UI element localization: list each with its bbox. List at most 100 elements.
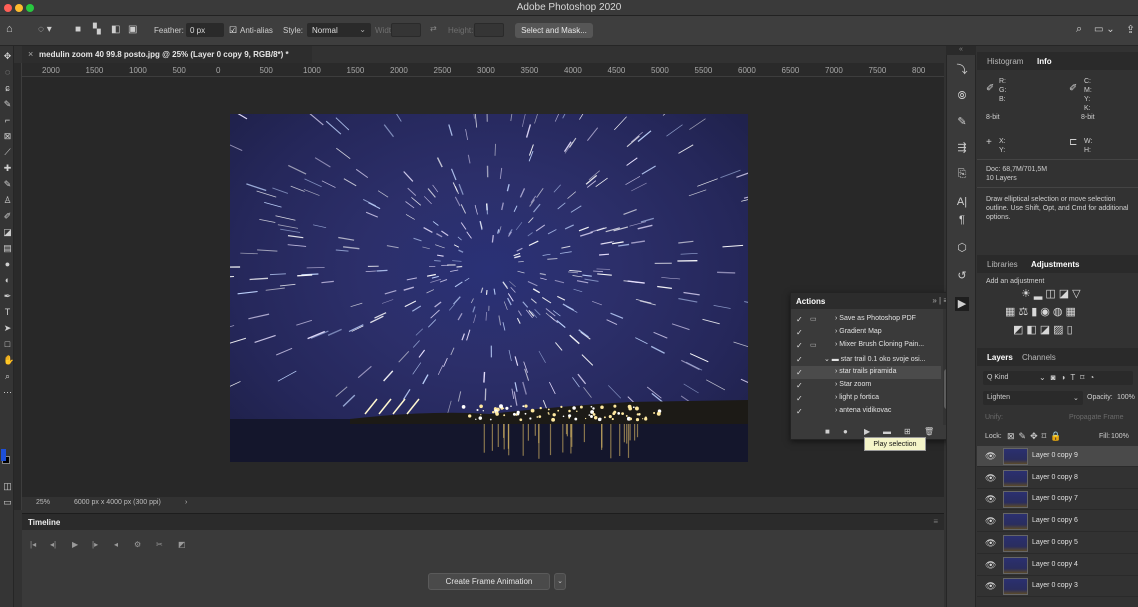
share-icon[interactable]: ⇪ <box>1126 23 1135 36</box>
actions-panel-icon[interactable]: ▶ <box>955 297 969 311</box>
close-document-icon[interactable]: × <box>28 49 33 59</box>
new-selection-icon[interactable]: ■ <box>75 24 81 35</box>
tab-adjustments[interactable]: Adjustments <box>1031 260 1079 269</box>
chevron-right-icon[interactable]: › <box>185 499 187 506</box>
eye-icon[interactable]: 👁 <box>985 538 996 549</box>
next-frame-icon[interactable]: |▸ <box>92 540 98 549</box>
record-icon[interactable]: ● <box>843 427 848 436</box>
checkmark-icon[interactable]: ✓ <box>796 341 803 350</box>
delete-icon[interactable]: 🗑 <box>924 427 934 436</box>
brush-tool-icon[interactable]: ✎ <box>3 180 12 189</box>
previous-frame-icon[interactable]: ◂| <box>50 540 56 549</box>
layer-row[interactable]: 👁 Layer 0 copy 6 <box>977 511 1138 533</box>
action-item[interactable]: ✓ › Gradient Map <box>791 326 941 339</box>
elliptical-marquee-tool-icon[interactable]: ◌ ▾ <box>38 24 52 35</box>
search-icon[interactable]: ⌕ <box>1076 23 1082 36</box>
tab-channels[interactable]: Channels <box>1022 353 1056 362</box>
action-item[interactable]: ✓ › Star zoom <box>791 379 941 392</box>
crop-tool-icon[interactable]: ⌐ <box>3 116 12 125</box>
new-set-icon[interactable]: ▬ <box>883 427 891 436</box>
screen-mode-icon[interactable]: ▭ <box>3 498 12 507</box>
history-icon[interactable]: ↺ <box>955 269 969 283</box>
more-tools-icon[interactable]: ⋯ <box>3 388 12 397</box>
audio-icon[interactable]: ◂ <box>114 540 118 549</box>
tool-presets-icon[interactable]: ⇶ <box>955 141 969 155</box>
home-icon[interactable]: ⌂ <box>6 23 13 35</box>
action-item[interactable]: ✓ ⌄ ▬ star trail 0.1 oko svoje osi... <box>791 353 941 366</box>
eye-icon[interactable]: 👁 <box>985 516 996 527</box>
eye-icon[interactable]: 👁 <box>985 451 996 462</box>
clone-stamp-tool-icon[interactable]: ♙ <box>3 196 12 205</box>
anti-alias-checkbox[interactable]: ☑ <box>229 25 237 36</box>
actions-panel-header[interactable]: Actions » | ≡ <box>791 293 953 309</box>
checkmark-icon[interactable]: ✓ <box>796 368 803 377</box>
eyedropper-tool-icon[interactable]: ⟋ <box>3 148 12 157</box>
intersect-selection-icon[interactable]: ▣ <box>128 24 137 35</box>
dodge-tool-icon[interactable]: ◐ <box>3 276 12 285</box>
eye-icon[interactable]: 👁 <box>985 581 996 592</box>
collapse-panels-icon[interactable]: « <box>946 46 976 55</box>
transition-icon[interactable]: ◩ <box>178 540 186 549</box>
opacity-value[interactable]: 100% <box>1117 394 1135 401</box>
filter-icons[interactable]: ⌄◙◑T⌑◔ <box>1039 373 1099 382</box>
eraser-tool-icon[interactable]: ◪ <box>3 228 12 237</box>
action-item[interactable]: ✓ ▭ › Save as Photoshop PDF <box>791 313 941 326</box>
lasso-tool-icon[interactable]: ɕ <box>3 84 12 93</box>
document-image[interactable] <box>230 114 748 462</box>
workspace-icon[interactable]: ▭ ⌄ <box>1094 24 1115 35</box>
blend-mode-select[interactable]: Lighten ⌄ <box>983 391 1083 405</box>
action-item[interactable]: ✓ › light p fortica <box>791 392 941 405</box>
create-frame-animation-button[interactable]: Create Frame Animation <box>428 573 550 590</box>
add-to-selection-icon[interactable]: ▚ <box>93 24 101 35</box>
tab-histogram[interactable]: Histogram <box>987 57 1023 66</box>
brush-settings-icon[interactable]: ⦾ <box>955 89 969 103</box>
gradient-tool-icon[interactable]: ▤ <box>3 244 12 253</box>
fill-value[interactable]: 100% <box>1111 433 1129 440</box>
brushes-panel-icon[interactable]: ✎ <box>955 115 969 129</box>
checkmark-icon[interactable]: ✓ <box>796 407 803 416</box>
dialog-toggle-icon[interactable]: ▭ <box>810 315 817 323</box>
hand-tool-icon[interactable]: ✋ <box>3 356 14 365</box>
healing-brush-tool-icon[interactable]: ✚ <box>3 164 12 173</box>
eye-icon[interactable]: 👁 <box>985 560 996 571</box>
create-frame-dropdown[interactable]: ⌄ <box>554 573 566 590</box>
quick-selection-tool-icon[interactable]: ✎ <box>3 100 12 109</box>
document-tab[interactable]: × medulin zoom 40 99.8 posto.jpg @ 25% (… <box>22 46 312 63</box>
subtract-from-selection-icon[interactable]: ◧ <box>111 24 120 35</box>
history-brush-tool-icon[interactable]: ✐ <box>3 212 12 221</box>
checkmark-icon[interactable]: ✓ <box>796 381 803 390</box>
checkmark-icon[interactable]: ✓ <box>796 328 803 337</box>
height-input[interactable] <box>474 23 504 37</box>
layer-row[interactable]: 👁 Layer 0 copy 9 <box>977 446 1138 467</box>
layer-row[interactable]: 👁 Layer 0 copy 4 <box>977 555 1138 576</box>
character-panel-icon[interactable]: A| <box>955 195 969 209</box>
dialog-toggle-icon[interactable]: ▭ <box>810 341 817 349</box>
layer-row[interactable]: 👁 Layer 0 copy 8 <box>977 468 1138 489</box>
adjustment-icons-row-2[interactable]: ▦⚖▮◉◍▦ <box>1005 305 1079 318</box>
play-icon[interactable]: ▶ <box>72 540 78 549</box>
split-icon[interactable]: ✂ <box>156 540 163 549</box>
action-item[interactable]: ✓ ▭ › Mixer Brush Cloning Pain... <box>791 339 941 352</box>
layer-filter-kind[interactable]: Q Kind ⌄◙◑T⌑◔ <box>983 371 1133 385</box>
layer-row[interactable]: 👁 Layer 0 copy 3 <box>977 576 1138 598</box>
checkmark-icon[interactable]: ✓ <box>796 394 803 403</box>
lock-icons[interactable]: ⊠✎✥⌑🔒 <box>1007 431 1065 442</box>
blur-tool-icon[interactable]: ● <box>3 260 12 269</box>
frame-tool-icon[interactable]: ⊠ <box>3 132 12 141</box>
pen-tool-icon[interactable]: ✒ <box>3 292 12 301</box>
layer-row[interactable]: 👁 Layer 0 copy 5 <box>977 533 1138 554</box>
move-tool-icon[interactable]: ✥ <box>3 52 12 61</box>
adjustment-icons-row-3[interactable]: ◩◧◪▨▯ <box>1013 323 1076 336</box>
action-item[interactable]: ✓ › antena vidikovac <box>791 405 941 418</box>
play-selection-icon[interactable]: ▶ <box>864 427 870 436</box>
type-tool-icon[interactable]: T <box>3 308 12 317</box>
history-panel-icon[interactable]: ⤵ <box>955 63 969 77</box>
paragraph-panel-icon[interactable]: ¶ <box>955 213 969 227</box>
style-select[interactable]: Normal ⌄ <box>307 23 371 37</box>
swap-icon[interactable]: ⇄ <box>430 24 437 33</box>
settings-icon[interactable]: ⚙ <box>134 540 141 549</box>
path-selection-tool-icon[interactable]: ➤ <box>3 324 12 333</box>
select-and-mask-button[interactable]: Select and Mask... <box>515 23 593 38</box>
first-frame-icon[interactable]: |◂ <box>30 540 36 549</box>
tab-info[interactable]: Info <box>1037 57 1052 66</box>
